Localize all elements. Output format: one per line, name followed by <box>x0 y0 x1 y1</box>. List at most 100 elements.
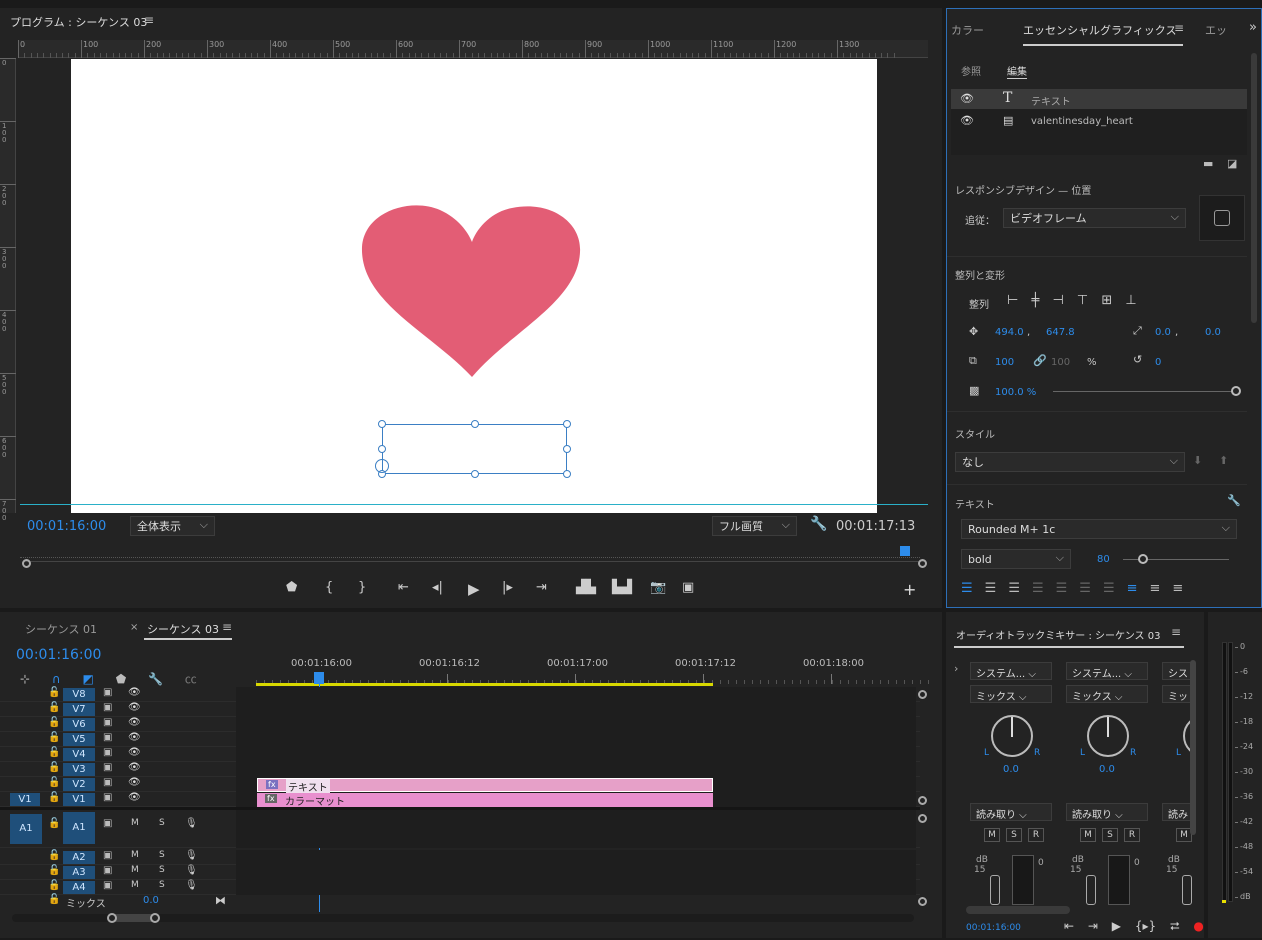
add-marker-icon[interactable]: ⬟ <box>116 672 126 686</box>
valign-middle-icon[interactable]: ≡ <box>1150 581 1173 596</box>
a-scroll-top[interactable] <box>918 814 927 823</box>
channel-output-dropdown[interactable]: シス ⌵ <box>1162 662 1192 680</box>
font-dropdown[interactable]: Rounded M+ 1c <box>961 519 1237 539</box>
lock-icon[interactable]: 🔓 <box>48 762 60 773</box>
close-tab-icon[interactable]: × <box>130 622 138 633</box>
align-center-v-icon[interactable]: ⊞ <box>1101 293 1112 308</box>
work-area-bar[interactable] <box>256 683 713 686</box>
scrub-ruler[interactable] <box>20 546 920 558</box>
sync-lock-icon[interactable]: ▣ <box>103 777 112 788</box>
align-left-icon[interactable]: ⊢ <box>1007 293 1018 308</box>
solo-button[interactable]: S <box>159 880 165 890</box>
link-icon[interactable]: 🔗 <box>1033 354 1047 367</box>
align-text-left-icon[interactable]: ☰ <box>961 581 985 596</box>
essential-menu-icon[interactable]: ≡ <box>1174 21 1184 35</box>
valign-bottom-icon[interactable]: ≡ <box>1172 581 1195 596</box>
expand-icon[interactable]: › <box>954 662 958 675</box>
solo-button[interactable]: S <box>159 865 165 875</box>
mixer-title[interactable]: オーディオトラックミキサー : シーケンス 03 <box>956 627 1160 642</box>
extract-icon[interactable]: ▙▟ <box>612 580 632 595</box>
layer-row-text[interactable]: 👁 T テキスト <box>951 89 1247 109</box>
mark-in-icon[interactable]: { <box>325 580 333 595</box>
anchor-point-icon[interactable] <box>375 459 389 473</box>
track-target-v5[interactable]: V5 <box>63 733 95 746</box>
channel-solo[interactable]: S <box>1102 828 1118 842</box>
handle-mr[interactable] <box>563 445 571 453</box>
mixer-go-in-icon[interactable]: ⇤ <box>1064 919 1074 933</box>
align-text-right-icon[interactable]: ☰ <box>1008 581 1032 596</box>
lock-icon[interactable]: 🔓 <box>48 818 60 829</box>
lift-icon[interactable]: ▟▙ <box>576 580 596 595</box>
sync-lock-icon[interactable]: ▣ <box>103 880 112 891</box>
mix-value[interactable]: 0.0 <box>143 895 159 906</box>
text-bounding-box[interactable] <box>375 420 571 478</box>
channel-mix-dropdown[interactable]: ミックス ⌵ <box>970 685 1052 703</box>
mic-icon[interactable]: 🎙 <box>185 880 198 891</box>
zoom-handle-left[interactable] <box>107 913 117 923</box>
layer-row-heart[interactable]: 👁 ▤ valentinesday_heart <box>951 111 1247 131</box>
eye-icon[interactable]: 👁 <box>960 92 974 105</box>
new-layer-icon[interactable]: ◪ <box>1227 157 1237 170</box>
mixer-scrollbar[interactable] <box>1190 660 1196 835</box>
zoom-dropdown[interactable]: 全体表示 <box>130 516 215 536</box>
sync-lock-icon[interactable]: ▣ <box>103 792 112 803</box>
track-target-v6[interactable]: V6 <box>63 718 95 731</box>
eye-icon[interactable]: 👁 <box>960 114 974 127</box>
mixer-play-in-out-icon[interactable]: {▸} <box>1135 919 1156 933</box>
opacity-value[interactable]: 100.0 % <box>995 387 1036 398</box>
eye-icon[interactable]: 👁 <box>128 717 141 728</box>
subtab-edit[interactable]: 編集 <box>1007 63 1027 79</box>
channel-output-dropdown[interactable]: システム... ⌵ <box>1066 662 1148 680</box>
track-target-v1[interactable]: V1 <box>63 793 95 806</box>
track-target-a1[interactable]: A1 <box>63 812 95 844</box>
pan-value[interactable]: 0.0 <box>1099 764 1115 775</box>
eye-icon[interactable]: 👁 <box>128 777 141 788</box>
quality-dropdown[interactable]: フル画質 <box>712 516 797 536</box>
lock-icon[interactable]: 🔓 <box>48 850 60 861</box>
sync-lock-icon[interactable]: ▣ <box>103 732 112 743</box>
play-icon[interactable]: ▶ <box>468 580 480 598</box>
snap-icon[interactable]: ∩ <box>52 672 61 686</box>
sync-lock-icon[interactable]: ▣ <box>103 762 112 773</box>
sync-lock-icon[interactable]: ▣ <box>103 865 112 876</box>
lock-icon[interactable]: 🔓 <box>48 732 60 743</box>
compare-view-icon[interactable]: ▣ <box>682 580 694 595</box>
automation-dropdown[interactable]: 読み取り ⌵ <box>970 803 1052 821</box>
sync-lock-icon[interactable]: ▣ <box>103 747 112 758</box>
program-timecode-current[interactable]: 00:01:16:00 <box>27 519 106 534</box>
mute-button[interactable]: M <box>131 850 139 860</box>
eye-icon[interactable]: 👁 <box>128 762 141 773</box>
volume-fader[interactable] <box>1086 875 1096 905</box>
playhead-marker[interactable] <box>900 546 910 556</box>
volume-fader[interactable] <box>1182 875 1192 905</box>
automation-dropdown[interactable]: 読み ⌵ <box>1162 803 1192 821</box>
lock-icon[interactable]: 🔓 <box>48 702 60 713</box>
mixer-go-out-icon[interactable]: ⇥ <box>1088 919 1098 933</box>
timeline-settings-icon[interactable]: 🔧 <box>148 672 163 686</box>
sync-lock-icon[interactable]: ▣ <box>103 687 112 698</box>
opacity-slider-knob[interactable] <box>1231 386 1241 396</box>
sync-lock-icon[interactable]: ▣ <box>103 850 112 861</box>
lock-icon[interactable]: 🔓 <box>48 717 60 728</box>
program-title[interactable]: プログラム : シーケンス 03 <box>10 14 147 30</box>
insert-sequence-icon[interactable]: ⊹ <box>20 672 30 686</box>
solo-button[interactable]: S <box>159 850 165 860</box>
mic-icon[interactable]: 🎙 <box>185 850 198 861</box>
sync-lock-icon[interactable]: ▣ <box>103 818 112 829</box>
handle-bm[interactable] <box>471 470 479 478</box>
track-target-v2[interactable]: V2 <box>63 778 95 791</box>
align-bottom-icon[interactable]: ⊥ <box>1125 293 1136 308</box>
tab-effects[interactable]: エッ <box>1205 22 1227 38</box>
program-menu-icon[interactable]: ≡ <box>144 13 154 27</box>
eye-icon[interactable]: 👁 <box>128 687 141 698</box>
zoom-handle-right[interactable] <box>150 913 160 923</box>
align-center-h-icon[interactable]: ╪ <box>1031 293 1039 308</box>
automation-dropdown[interactable]: 読み取り ⌵ <box>1066 803 1148 821</box>
lock-icon[interactable]: 🔓 <box>48 747 60 758</box>
track-target-v7[interactable]: V7 <box>63 703 95 716</box>
tab-sequence-01[interactable]: シーケンス 01 <box>25 621 97 637</box>
lock-icon[interactable]: 🔓 <box>48 880 60 891</box>
font-size-value[interactable]: 80 <box>1097 554 1110 565</box>
opacity-slider[interactable] <box>1053 391 1233 392</box>
push-style-icon[interactable]: ⬇ <box>1193 454 1202 467</box>
